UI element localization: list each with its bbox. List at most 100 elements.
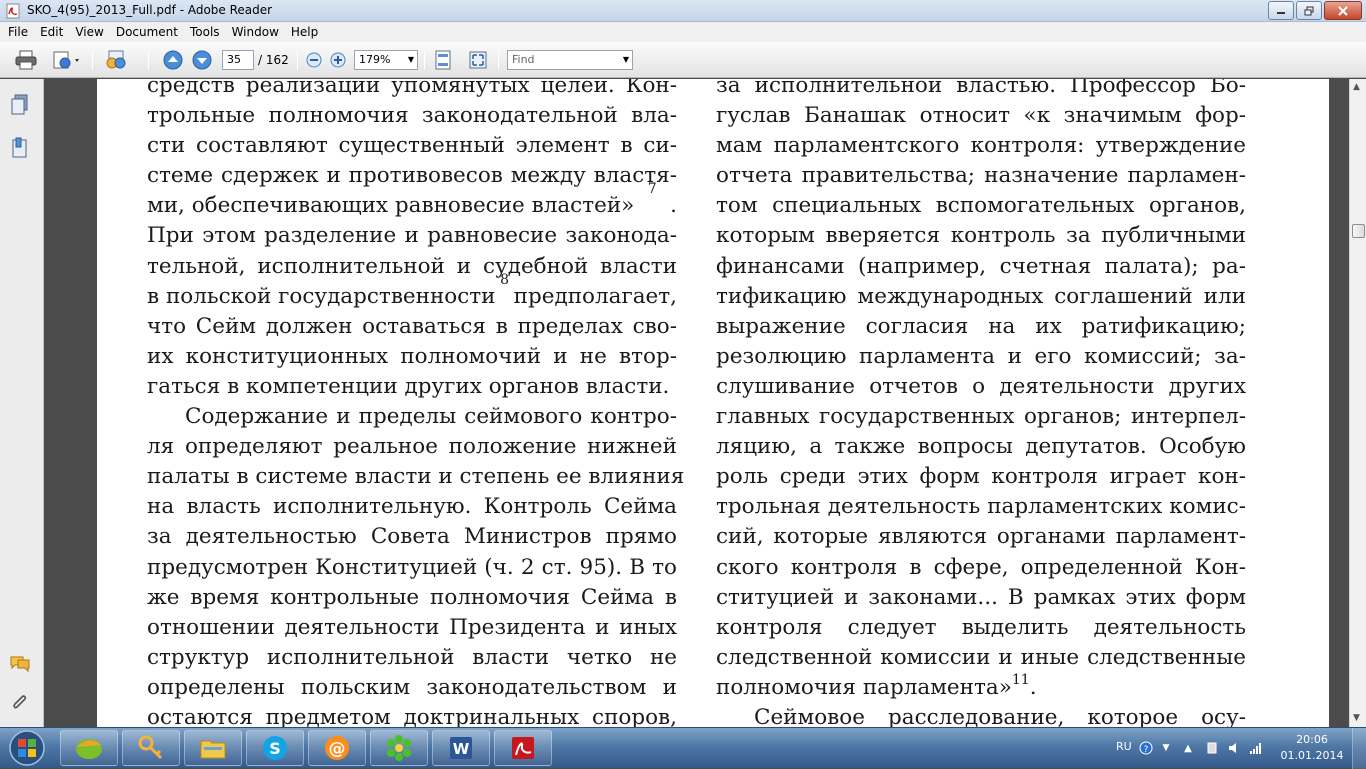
help-icon[interactable]: ? [1138, 740, 1154, 756]
collaborate-button[interactable] [100, 49, 132, 71]
text-line-content: определены польским законодательством и [147, 674, 677, 700]
clock[interactable]: 20:06 01.01.2014 [1280, 732, 1344, 764]
text-line: что Сейм должен оставаться в пределах св… [147, 312, 677, 342]
scrollbar-thumb[interactable] [1352, 224, 1365, 238]
window-title: SKO_4(95)_2013_Full.pdf - Adobe Reader [27, 3, 273, 17]
text-line: гуслав Банашак относит «к значимым фор- [716, 101, 1246, 131]
taskbar: S @ W RU ? ▼ ▲ 20:06 01.01.2014 [0, 727, 1366, 769]
zoom-select[interactable]: 179% ▼ [354, 50, 418, 70]
toolbar-separator [498, 50, 499, 70]
toolbar-separator [148, 50, 149, 70]
minimize-icon [1277, 11, 1285, 14]
zoom-in-button[interactable] [328, 49, 348, 71]
taskbar-app-word[interactable]: W [432, 730, 490, 766]
print-button[interactable] [12, 49, 40, 71]
text-line-content: остаются предметом доктринальных споров, [147, 704, 677, 727]
close-button[interactable] [1324, 1, 1362, 20]
greenshot-app-icon [76, 739, 102, 759]
share-document-icon [53, 51, 79, 69]
text-line: стеме сдержек и противовесов между власт… [147, 161, 677, 191]
menu-window[interactable]: Window [226, 22, 285, 42]
text-line: тификацию международных соглашений или [716, 282, 1246, 312]
find-box[interactable]: ▼ [507, 50, 633, 70]
text-line-content: их конституционных полномочий и не втор- [147, 343, 677, 369]
language-indicator[interactable]: RU [1116, 740, 1132, 753]
text-line-content: трольная деятельность парламентских коми… [716, 494, 1246, 520]
page-thumbnails-icon[interactable] [9, 93, 31, 117]
text-line-content: ляцию, а также вопросы депутатов. Особую [716, 434, 1246, 460]
menu-edit[interactable]: Edit [34, 22, 69, 42]
document-viewport[interactable]: средств реализации упомянутых целей. Кон… [45, 79, 1349, 727]
text-line: сти составляют существенный элемент в си… [147, 131, 677, 161]
text-line-content: гуслав Банашак относит «к значимым фор- [716, 103, 1246, 129]
text-line-content: отношении деятельности Президента и иных [147, 614, 677, 640]
full-screen-button[interactable] [466, 49, 490, 71]
zoom-out-button[interactable] [304, 49, 324, 71]
text-line: ляцию, а также вопросы депутатов. Особую [716, 432, 1246, 462]
previous-page-button[interactable] [160, 49, 186, 71]
fit-page-button[interactable] [432, 49, 454, 71]
text-line-content: за исполнительной властью. Профессор Бо- [716, 79, 1246, 98]
speaker-icon[interactable] [1226, 740, 1242, 756]
text-line-content: главных государственных органов; интерпе… [716, 404, 1246, 430]
text-line: за исполнительной властью. Профессор Бо- [716, 79, 1246, 101]
page-number-input[interactable]: 35 [222, 50, 254, 70]
bookmarks-icon[interactable] [9, 137, 31, 161]
page-total: / 162 [258, 53, 289, 67]
footnote-marker[interactable]: 8 [500, 273, 509, 310]
menu-file[interactable]: File [2, 22, 34, 42]
vertical-scrollbar[interactable]: ▲ ▼ [1349, 79, 1366, 727]
text-line-content: ля определяют реальное положение нижней [147, 434, 677, 460]
taskbar-app-skype[interactable]: S [246, 730, 304, 766]
start-button[interactable] [2, 729, 52, 767]
taskbar-app-adobe-reader[interactable] [494, 730, 552, 766]
chevron-down-icon[interactable]: ▼ [1158, 740, 1174, 756]
menu-view[interactable]: View [69, 22, 109, 42]
show-desktop-button[interactable] [1352, 728, 1366, 769]
toolbar-separator [297, 50, 298, 70]
taskbar-app-keys[interactable] [122, 730, 180, 766]
find-input[interactable] [512, 51, 612, 68]
attachments-icon[interactable] [9, 691, 31, 715]
adobe-reader-icon [512, 737, 534, 759]
menu-tools[interactable]: Tools [184, 22, 226, 42]
device-icon[interactable] [1204, 740, 1220, 756]
pdf-page: средств реализации упомянутых целей. Кон… [97, 79, 1329, 727]
minimize-button[interactable] [1268, 1, 1294, 20]
text-line-content: средств реализации упомянутых целей. Кон… [147, 79, 677, 98]
scroll-down-icon[interactable]: ▼ [1353, 713, 1360, 723]
text-line: роль среди этих форм контроля играет кон… [716, 462, 1246, 492]
comments-icon[interactable] [9, 651, 31, 675]
menu-document[interactable]: Document [110, 22, 184, 42]
text-line-content: следственной комиссии и иные следственны… [716, 644, 1246, 670]
text-line: отчета правительства; назначение парламе… [716, 161, 1246, 191]
text-line-content: ституцией и законами... В рамках этих фо… [716, 584, 1246, 610]
svg-text:@: @ [329, 739, 346, 759]
share-button[interactable] [48, 49, 84, 71]
text-line-content: ского контроля в сфере, определенной Кон… [716, 554, 1246, 580]
chevron-up-icon[interactable]: ▲ [1180, 740, 1196, 756]
taskbar-app-icq[interactable] [370, 730, 428, 766]
text-line-content: тельной, исполнительной и судебной власт… [147, 253, 677, 279]
next-page-button[interactable] [189, 49, 215, 71]
menu-bar: File Edit View Document Tools Window Hel… [0, 22, 1366, 42]
restore-button[interactable] [1296, 1, 1322, 20]
taskbar-app-mail[interactable]: @ [308, 730, 366, 766]
mail-at-icon: @ [325, 736, 349, 760]
text-line: контроля следует выделить деятельность [716, 613, 1246, 643]
taskbar-app-greenshot[interactable] [60, 730, 118, 766]
footnote-marker[interactable]: 7 [648, 182, 657, 219]
text-line-content: сти составляют существенный элемент в си… [147, 133, 677, 159]
menu-help[interactable]: Help [285, 22, 324, 42]
scroll-up-icon[interactable]: ▲ [1353, 82, 1360, 92]
text-line: отношении деятельности Президента и иных [147, 613, 677, 643]
fit-page-icon [435, 50, 451, 70]
footnote-marker[interactable]: 11 [1012, 672, 1030, 688]
text-line-tail: . [670, 193, 677, 219]
network-signal-icon[interactable] [1248, 740, 1264, 756]
text-line: слушивание отчетов о деятельности других [716, 372, 1246, 402]
taskbar-app-explorer[interactable] [184, 730, 242, 766]
zoom-value: 179% [359, 53, 391, 66]
printer-icon [15, 50, 37, 70]
windows-logo-icon [9, 730, 45, 766]
